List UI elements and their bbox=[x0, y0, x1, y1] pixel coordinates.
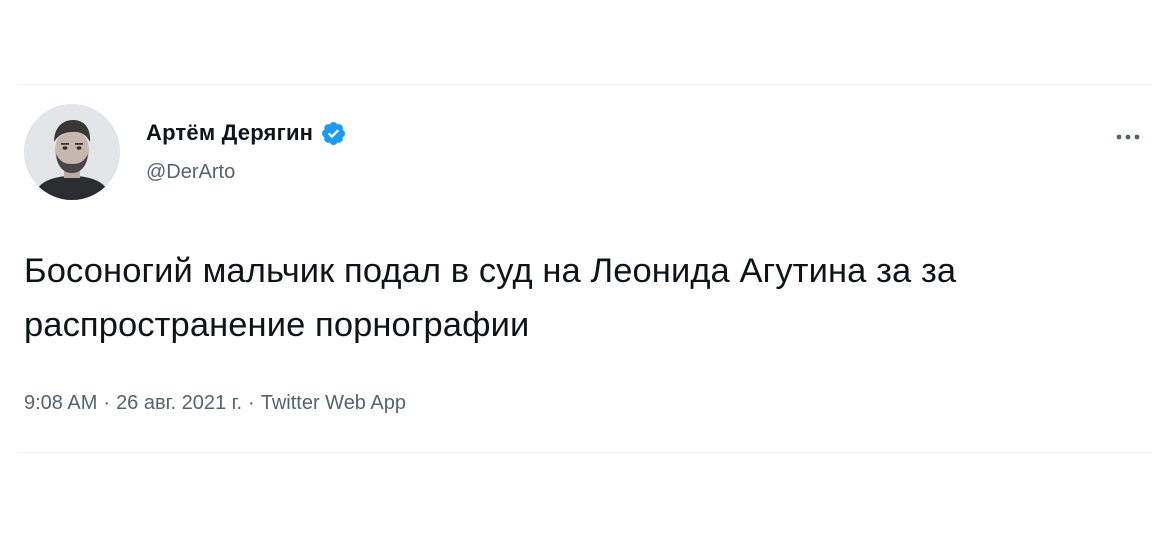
tweet-page: Артём Дерягин @DerArto Босоногий мальчик… bbox=[0, 0, 1170, 539]
verified-badge-icon bbox=[320, 120, 347, 147]
author-display-name[interactable]: Артём Дерягин bbox=[146, 116, 313, 150]
more-options-button[interactable] bbox=[1108, 122, 1148, 152]
author-block: Артём Дерягин @DerArto bbox=[146, 116, 347, 196]
tweet-meta: 9:08 AM · 26 авг. 2021 г. · Twitter Web App bbox=[24, 388, 406, 418]
more-horizontal-icon bbox=[1116, 134, 1140, 140]
author-handle[interactable]: @DerArto bbox=[146, 159, 347, 185]
meta-separator: · bbox=[248, 392, 255, 414]
tweet-time[interactable]: 9:08 AM bbox=[24, 392, 97, 414]
meta-separator: · bbox=[103, 392, 111, 414]
avatar[interactable] bbox=[24, 104, 120, 200]
tweet-text: Босоногий мальчик подал в суд на Леонида… bbox=[24, 252, 957, 344]
avatar-image bbox=[24, 104, 120, 200]
tweet-source[interactable]: Twitter Web App bbox=[261, 392, 406, 414]
tweet-date[interactable]: 26 авг. 2021 г. bbox=[116, 392, 242, 414]
bottom-divider bbox=[18, 452, 1152, 453]
name-row: Артём Дерягин bbox=[146, 116, 347, 150]
